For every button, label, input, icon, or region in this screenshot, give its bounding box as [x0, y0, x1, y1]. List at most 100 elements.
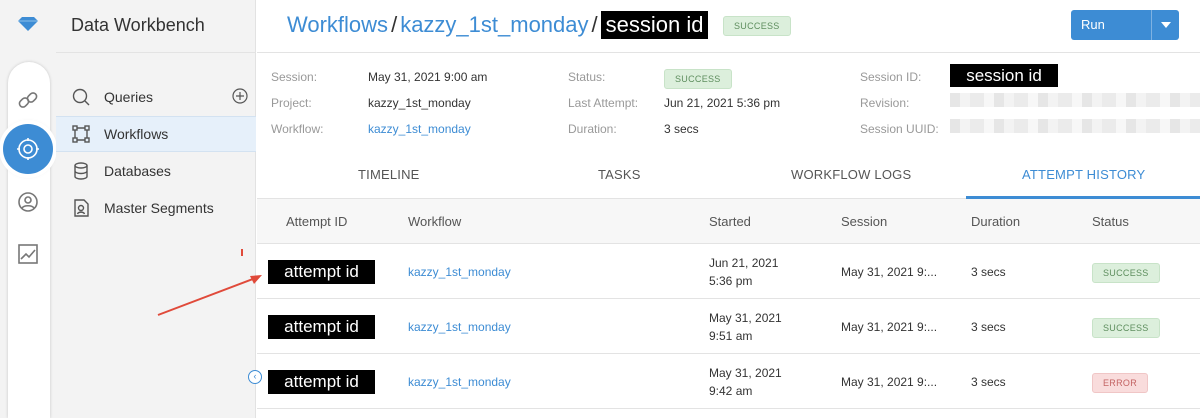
started-date: May 31, 2021: [709, 311, 782, 325]
status-badge: SUCCESS: [1092, 318, 1160, 338]
started-time: 9:42 am: [709, 384, 753, 398]
detail-session-id: Session ID:: [860, 70, 921, 84]
nav-item-label: Workflows: [104, 126, 169, 142]
detail-value: May 31, 2021 9:00 am: [368, 70, 488, 84]
session-value: May 31, 2021 9:...: [841, 375, 938, 389]
column-header-duration[interactable]: Duration: [971, 214, 1020, 229]
breadcrumb-workflows-link[interactable]: Workflows: [287, 12, 388, 38]
column-header-workflow[interactable]: Workflow: [408, 214, 461, 229]
session-id-redacted: session id: [950, 64, 1058, 87]
link-icon[interactable]: [14, 86, 42, 114]
attempt-id-redacted[interactable]: attempt id: [268, 370, 375, 394]
run-button-label: Run: [1081, 17, 1105, 32]
gear-icon: [17, 138, 39, 160]
detail-session-uuid: Session UUID:: [860, 122, 939, 136]
nav-item-databases[interactable]: Databases: [56, 153, 256, 189]
run-button[interactable]: Run: [1071, 10, 1179, 40]
workflow-nav-active[interactable]: [3, 124, 53, 174]
detail-key: Workflow:: [271, 122, 324, 136]
column-header-session[interactable]: Session: [841, 214, 887, 229]
breadcrumb-separator: /: [591, 12, 598, 37]
nav-item-label: Databases: [104, 163, 171, 179]
started-date: May 31, 2021: [709, 366, 782, 380]
workflow-link[interactable]: kazzy_1st_monday: [408, 320, 511, 334]
tab-timeline[interactable]: TIMELINE: [358, 167, 420, 182]
nav-item-label: Queries: [104, 89, 154, 105]
tab-tasks[interactable]: TASKS: [598, 167, 641, 182]
icon-rail: [0, 0, 56, 418]
detail-key: Last Attempt:: [568, 96, 639, 110]
workflow-link[interactable]: kazzy_1st_monday: [408, 375, 511, 389]
logo-icon: [17, 16, 39, 37]
detail-key: Revision:: [860, 96, 910, 110]
detail-project: Project:: [271, 96, 312, 110]
detail-value: 3 secs: [664, 122, 699, 136]
breadcrumb-separator: /: [391, 12, 398, 37]
divider: [257, 52, 1200, 53]
started-time: 5:36 pm: [709, 274, 753, 288]
attempt-id-redacted[interactable]: attempt id: [268, 260, 375, 284]
session-uuid-blurred: [950, 119, 1200, 133]
duration-value: 3 secs: [971, 320, 1006, 334]
detail-session: Session:: [271, 70, 317, 84]
nav-item-workflows[interactable]: Workflows: [56, 116, 256, 152]
duration-value: 3 secs: [971, 265, 1006, 279]
detail-key: Status:: [568, 70, 606, 84]
queries-icon: [70, 86, 92, 108]
breadcrumb-session-id: session id: [600, 11, 709, 39]
detail-value: Jun 21, 2021 5:36 pm: [664, 96, 781, 110]
detail-key: Session:: [271, 70, 318, 84]
breadcrumb-workflow-link[interactable]: kazzy_1st_monday: [400, 12, 588, 38]
table-row[interactable]: attempt id kazzy_1st_monday May 31, 2021…: [257, 299, 1200, 354]
detail-key: Project:: [271, 96, 312, 110]
main-content: Workflows / kazzy_1st_monday / session i…: [257, 0, 1200, 418]
detail-duration-value: 3 secs: [664, 122, 699, 136]
add-query-icon[interactable]: [232, 88, 248, 107]
chart-icon[interactable]: [14, 240, 42, 268]
nav-panel: Data Workbench Queries Workflows Databas…: [56, 0, 256, 418]
nav-item-master-segments[interactable]: Master Segments: [56, 190, 256, 226]
chevron-down-icon[interactable]: [1151, 10, 1179, 40]
status-badge: SUCCESS: [1092, 263, 1160, 283]
detail-project-value: kazzy_1st_monday: [368, 96, 471, 110]
detail-last-attempt-value: Jun 21, 2021 5:36 pm: [664, 96, 780, 110]
detail-value: kazzy_1st_monday: [368, 96, 471, 110]
duration-value: 3 secs: [971, 375, 1006, 389]
session-value: May 31, 2021 9:...: [841, 265, 938, 279]
breadcrumb: Workflows / kazzy_1st_monday / session i…: [287, 11, 709, 39]
detail-revision: Revision:: [860, 96, 909, 110]
started-time: 9:51 am: [709, 329, 753, 343]
status-badge: SUCCESS: [664, 69, 732, 89]
nav-item-queries[interactable]: Queries: [56, 79, 256, 115]
tab-attempt-history[interactable]: ATTEMPT HISTORY: [1022, 167, 1145, 182]
workflow-icon: [70, 123, 92, 145]
column-header-status[interactable]: Status: [1092, 214, 1129, 229]
annotation-mark: [241, 249, 243, 256]
detail-value[interactable]: kazzy_1st_monday: [368, 122, 471, 136]
app-title: Data Workbench: [71, 15, 205, 35]
attempt-id-redacted[interactable]: attempt id: [268, 315, 375, 339]
column-header-attempt-id[interactable]: Attempt ID: [286, 214, 347, 229]
segment-icon: [70, 197, 92, 219]
tab-workflow-logs[interactable]: WORKFLOW LOGS: [791, 167, 911, 182]
detail-key: Session UUID:: [860, 122, 939, 136]
detail-key: Session ID:: [860, 70, 922, 84]
table-header: Attempt ID Workflow Started Session Dura…: [257, 199, 1200, 244]
table-row[interactable]: attempt id kazzy_1st_monday Jun 21, 2021…: [257, 244, 1200, 299]
detail-status: Status:: [568, 70, 605, 84]
detail-workflow-link[interactable]: kazzy_1st_monday: [368, 122, 471, 136]
started-date: Jun 21, 2021: [709, 256, 779, 270]
audience-icon[interactable]: [14, 188, 42, 216]
session-value: May 31, 2021 9:...: [841, 320, 938, 334]
annotation-arrow: [157, 275, 262, 316]
revision-blurred: [950, 93, 1200, 107]
column-header-started[interactable]: Started: [709, 214, 751, 229]
session-status-badge: SUCCESS: [723, 16, 791, 36]
database-icon: [70, 160, 92, 182]
table-row[interactable]: attempt id kazzy_1st_monday May 31, 2021…: [257, 354, 1200, 409]
divider: [56, 52, 256, 53]
nav-item-label: Master Segments: [104, 200, 214, 216]
status-badge: ERROR: [1092, 373, 1149, 393]
workflow-link[interactable]: kazzy_1st_monday: [408, 265, 511, 279]
detail-key: Duration:: [568, 122, 617, 136]
